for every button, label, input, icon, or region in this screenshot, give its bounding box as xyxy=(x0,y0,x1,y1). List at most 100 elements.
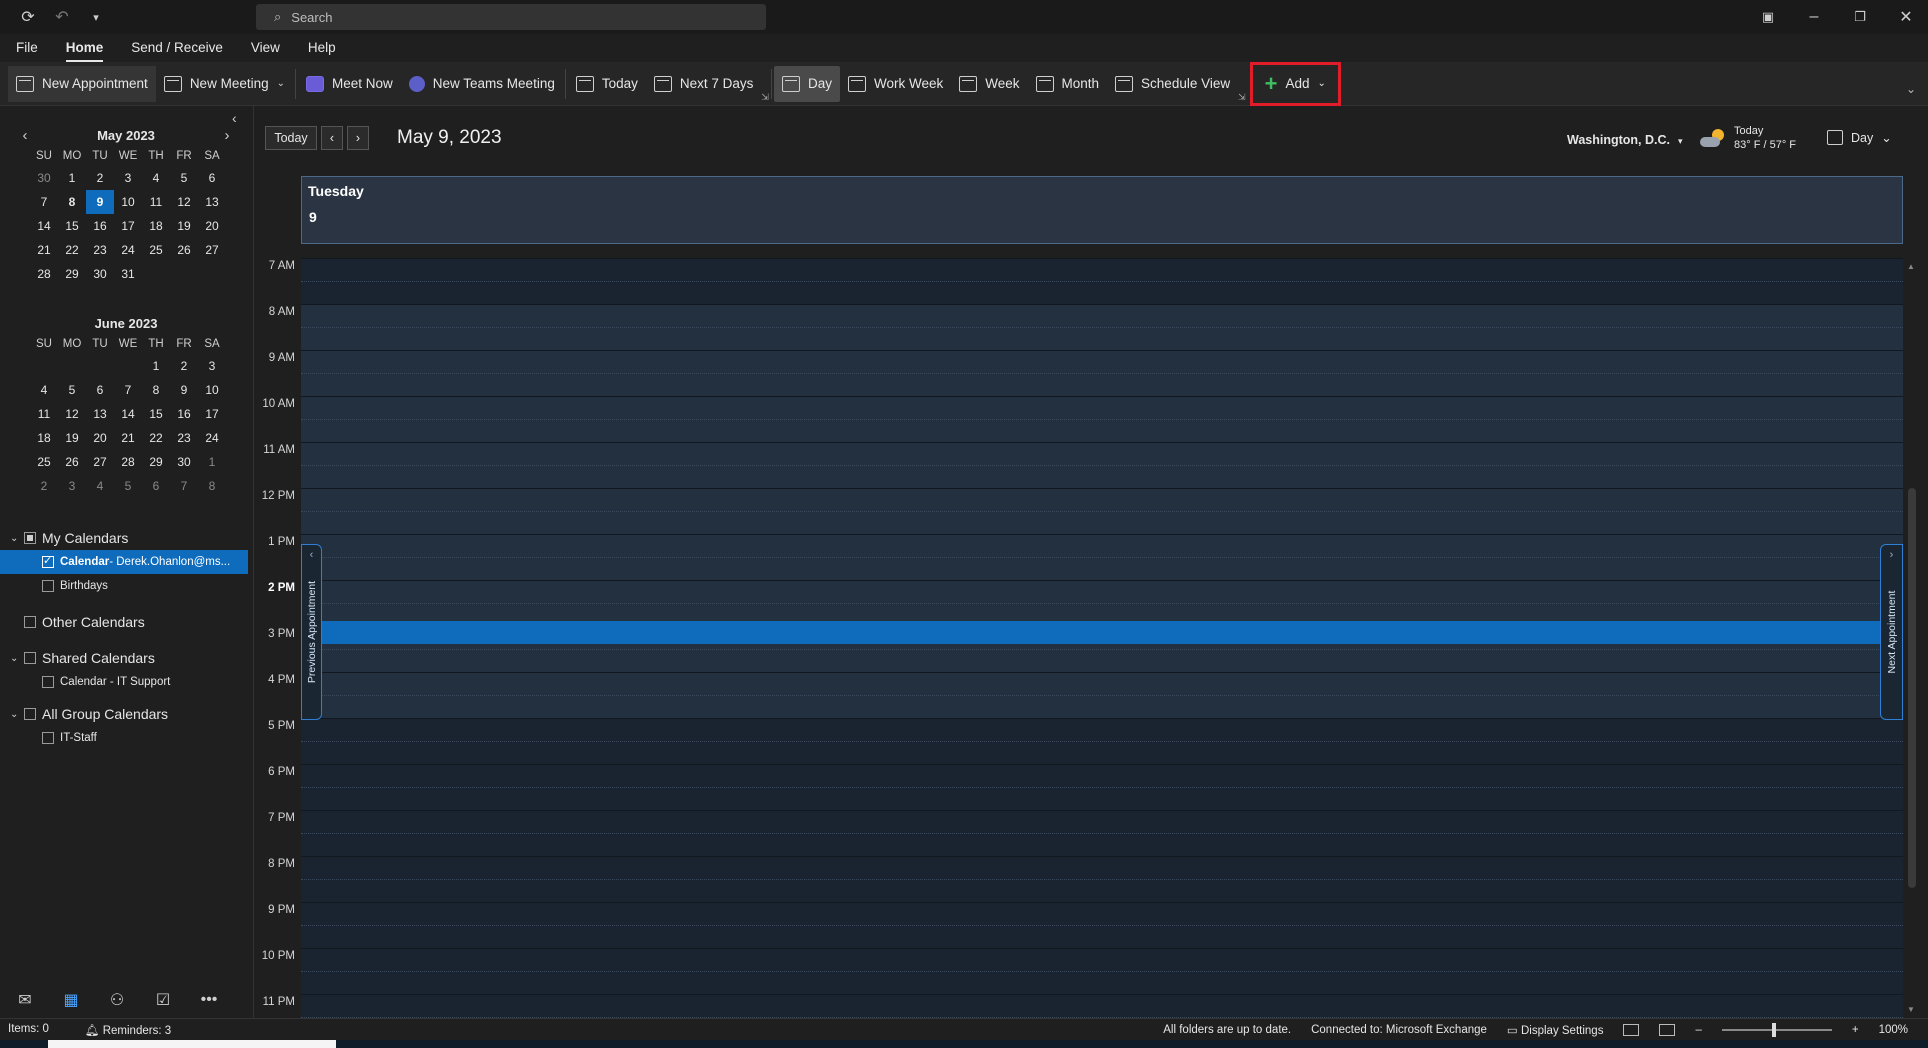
calendar-item-it-staff[interactable]: IT-Staff xyxy=(0,726,248,750)
vertical-scrollbar[interactable]: ▲ ▼ xyxy=(1905,258,1919,1018)
calendar-day[interactable]: 8 xyxy=(142,378,170,402)
calendar-day[interactable]: 24 xyxy=(198,426,226,450)
ribbon-display-icon[interactable]: ▣ xyxy=(1754,3,1782,31)
calendar-day[interactable]: 10 xyxy=(114,190,142,214)
calendar-day[interactable]: 9 xyxy=(170,378,198,402)
chevron-down-icon[interactable]: ⌄ xyxy=(277,78,285,89)
tab-send-receive[interactable]: Send / Receive xyxy=(131,40,223,57)
normal-view-icon[interactable] xyxy=(1623,1024,1640,1036)
calendar-day[interactable]: 15 xyxy=(58,214,86,238)
previous-day-button[interactable]: ‹ xyxy=(321,126,343,150)
today-nav-button[interactable]: Today xyxy=(265,126,317,150)
calendar-day[interactable]: 28 xyxy=(114,450,142,474)
time-slot[interactable] xyxy=(301,350,1903,396)
next-7-days-button[interactable]: Next 7 Days xyxy=(646,66,762,102)
today-button[interactable]: Today xyxy=(568,66,646,102)
add-button[interactable]: + Add ⌄ xyxy=(1249,61,1341,106)
group-my-calendars[interactable]: ⌄ My Calendars xyxy=(0,526,254,550)
calendar-item-it-support[interactable]: Calendar - IT Support xyxy=(0,670,248,694)
calendar-day[interactable]: 4 xyxy=(142,166,170,190)
calendar-day[interactable]: 16 xyxy=(86,214,114,238)
calendar-day[interactable]: 27 xyxy=(86,450,114,474)
customize-toolbar-icon[interactable]: ▾ xyxy=(82,3,110,31)
chevron-down-icon[interactable]: ⌄ xyxy=(10,653,24,664)
group-other-calendars[interactable]: Other Calendars xyxy=(0,610,254,634)
new-appointment-button[interactable]: New Appointment xyxy=(8,65,156,102)
calendar-checkbox[interactable] xyxy=(42,554,54,568)
calendar-day[interactable]: 1 xyxy=(58,166,86,190)
calendar-day[interactable]: 10 xyxy=(198,378,226,402)
calendar-day[interactable]: 13 xyxy=(86,402,114,426)
calendar-day[interactable]: 26 xyxy=(58,450,86,474)
zoom-out-icon[interactable]: – xyxy=(1695,1024,1701,1036)
new-meeting-button[interactable]: New Meeting ⌄ xyxy=(156,66,293,102)
calendar-day[interactable]: 1 xyxy=(198,450,226,474)
calendar-day[interactable]: 6 xyxy=(86,378,114,402)
group-checkbox[interactable] xyxy=(24,616,36,628)
time-slot[interactable] xyxy=(301,672,1903,718)
reading-view-icon[interactable] xyxy=(1659,1024,1676,1036)
calendar-day[interactable]: 29 xyxy=(142,450,170,474)
scroll-down-icon[interactable]: ▼ xyxy=(1907,1005,1915,1014)
previous-appointment-button[interactable]: ‹ Previous Appointment xyxy=(301,544,322,720)
calendar-day[interactable]: 23 xyxy=(86,238,114,262)
calendar-day[interactable]: 8 xyxy=(58,190,86,214)
undo-icon[interactable]: ↶ xyxy=(48,3,76,31)
chevron-down-icon[interactable]: ⌄ xyxy=(10,709,24,720)
calendar-day[interactable]: 21 xyxy=(30,238,58,262)
time-slot[interactable] xyxy=(301,856,1903,902)
calendar-item-derek[interactable]: Calendar - Derek.Ohanlon@ms... xyxy=(0,550,248,574)
mail-icon[interactable]: ✉ xyxy=(14,989,36,1011)
calendar-day[interactable]: 4 xyxy=(30,378,58,402)
time-slot[interactable] xyxy=(301,396,1903,442)
time-slot[interactable] xyxy=(301,948,1903,994)
calendar-day[interactable]: 29 xyxy=(58,262,86,286)
calendar-checkbox[interactable] xyxy=(42,676,54,688)
calendar-day[interactable]: 27 xyxy=(198,238,226,262)
calendar-day[interactable]: 17 xyxy=(114,214,142,238)
sync-icon[interactable]: ⟳ xyxy=(14,3,42,31)
calendar-day[interactable]: 11 xyxy=(142,190,170,214)
zoom-in-icon[interactable]: + xyxy=(1852,1024,1859,1036)
calendar-day[interactable]: 5 xyxy=(114,474,142,498)
calendar-checkbox[interactable] xyxy=(42,732,54,744)
calendar-day[interactable]: 9 xyxy=(86,190,114,214)
group-checkbox[interactable] xyxy=(24,652,36,664)
calendar-day[interactable]: 2 xyxy=(170,354,198,378)
calendar-day[interactable]: 6 xyxy=(142,474,170,498)
time-slot[interactable] xyxy=(301,764,1903,810)
calendar-day[interactable]: 3 xyxy=(198,354,226,378)
more-icon[interactable]: ••• xyxy=(198,989,220,1011)
time-slot[interactable] xyxy=(301,580,1903,626)
calendar-checkbox[interactable] xyxy=(42,580,54,592)
previous-month-icon[interactable]: ‹ xyxy=(16,127,34,144)
tasks-icon[interactable]: ☑ xyxy=(152,989,174,1011)
calendar-day[interactable]: 1 xyxy=(142,354,170,378)
calendar-day[interactable]: 20 xyxy=(198,214,226,238)
time-slot[interactable] xyxy=(301,488,1903,534)
calendar-day[interactable]: 7 xyxy=(30,190,58,214)
calendar-day[interactable]: 30 xyxy=(86,262,114,286)
calendar-day[interactable]: 28 xyxy=(30,262,58,286)
month-view-button[interactable]: Month xyxy=(1028,66,1108,102)
calendar-day[interactable]: 31 xyxy=(114,262,142,286)
display-settings-button[interactable]: ▭ Display Settings xyxy=(1507,1023,1604,1037)
time-slot[interactable] xyxy=(301,304,1903,350)
collapse-pane-icon[interactable]: ‹ xyxy=(232,110,237,126)
reminders-status[interactable]: 🔔︎ Reminders: 3 xyxy=(85,1023,171,1037)
collapse-ribbon-icon[interactable]: ⌄ xyxy=(1906,82,1916,96)
next-month-icon[interactable]: › xyxy=(218,127,236,144)
calendar-day[interactable]: 24 xyxy=(114,238,142,262)
restore-icon[interactable]: ❐ xyxy=(1846,3,1874,31)
search-input[interactable]: ⌕ Search xyxy=(256,4,766,30)
calendar-day[interactable]: 30 xyxy=(30,166,58,190)
calendar-day[interactable]: 19 xyxy=(58,426,86,450)
schedule-view-button[interactable]: Schedule View xyxy=(1107,66,1238,102)
calendar-icon[interactable]: ▦ xyxy=(60,989,82,1011)
tab-home[interactable]: Home xyxy=(65,40,103,62)
next-appointment-button[interactable]: › Next Appointment xyxy=(1880,544,1903,720)
calendar-day[interactable]: 14 xyxy=(30,214,58,238)
calendar-day[interactable]: 2 xyxy=(30,474,58,498)
calendar-item-birthdays[interactable]: Birthdays xyxy=(0,574,248,598)
people-icon[interactable]: ⚇ xyxy=(106,989,128,1011)
